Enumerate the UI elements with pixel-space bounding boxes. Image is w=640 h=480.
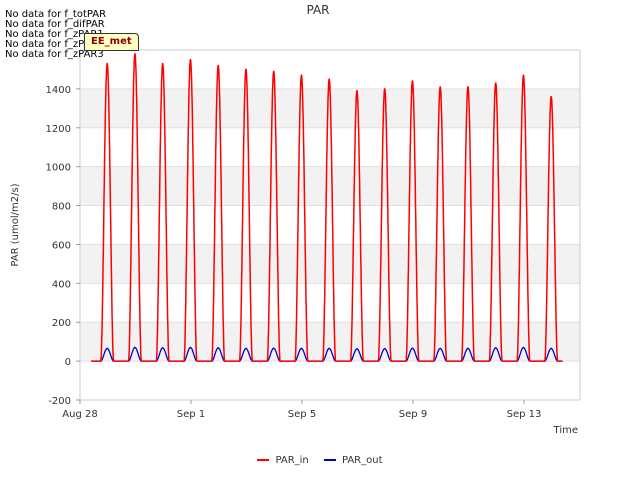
legend: PAR_in PAR_out xyxy=(0,455,640,466)
peak-point-PAR_out xyxy=(439,347,441,350)
y-axis-ticks: -200 0 200 400 600 800 1000 1200 1400 xyxy=(46,85,80,407)
legend-item-par-in: PAR_in xyxy=(257,455,309,466)
peak-point-PAR_out xyxy=(356,348,358,350)
y-tick-label: 1000 xyxy=(46,163,71,174)
y-tick-label: 400 xyxy=(52,279,71,290)
peak-point-PAR_out xyxy=(106,347,108,350)
x-axis-ticks: Aug 28 Sep 1 Sep 5 Sep 9 Sep 13 xyxy=(62,400,541,420)
peak-point-PAR_in xyxy=(550,95,552,98)
peak-point-PAR_out xyxy=(522,346,525,349)
grid-band xyxy=(80,244,580,284)
chart: -200 0 200 400 600 800 1000 1200 1400 Aug 28 Sep … xyxy=(10,3,581,436)
y-tick-label: 200 xyxy=(52,318,71,329)
legend-label-par-out: PAR_out xyxy=(341,455,383,466)
peak-point-PAR_out xyxy=(134,346,136,349)
peak-point-PAR_out xyxy=(189,346,192,349)
site-badge: EE_met xyxy=(84,33,139,51)
peak-point-PAR_in xyxy=(189,58,192,61)
x-axis-label: Time xyxy=(553,425,578,436)
peak-point-PAR_in xyxy=(328,78,330,80)
peak-point-PAR_in xyxy=(411,80,414,82)
peak-point-PAR_in xyxy=(494,82,497,84)
grid-bands xyxy=(80,88,580,362)
y-tick-label: 600 xyxy=(52,240,71,251)
peak-point-PAR_in xyxy=(245,68,247,71)
peak-point-PAR_in xyxy=(383,88,386,90)
peak-point-PAR_out xyxy=(467,347,469,350)
grid-band xyxy=(80,322,580,362)
peak-point-PAR_out xyxy=(217,347,219,349)
peak-point-PAR_out xyxy=(494,347,497,349)
peak-point-PAR_in xyxy=(161,62,164,65)
peak-point-PAR_out xyxy=(411,347,414,350)
peak-point-PAR_in xyxy=(356,90,358,92)
legend-item-par-out: PAR_out xyxy=(323,455,383,466)
peak-point-PAR_out xyxy=(300,347,303,350)
peak-point-PAR_out xyxy=(328,347,330,350)
legend-swatch-par-in xyxy=(257,459,270,461)
legend-swatch-par-out xyxy=(323,459,336,461)
peak-point-PAR_out xyxy=(383,347,386,350)
x-tick-label: Sep 9 xyxy=(399,409,427,420)
no-data-line-5: No data for f_zPAR3 xyxy=(5,49,104,60)
peak-point-PAR_in xyxy=(217,64,219,67)
peak-point-PAR_in xyxy=(272,70,275,73)
chart-title: PAR xyxy=(306,3,329,17)
peak-point-PAR_in xyxy=(522,74,525,77)
x-tick-label: Sep 1 xyxy=(177,409,205,420)
y-tick-label: 800 xyxy=(52,202,71,213)
peak-point-PAR_out xyxy=(245,347,247,350)
peak-point-PAR_in xyxy=(106,62,108,65)
peak-point-PAR_in xyxy=(439,86,441,88)
legend-label-par-in: PAR_in xyxy=(275,455,309,466)
x-tick-label: Aug 28 xyxy=(62,409,97,420)
grid-band xyxy=(80,166,580,206)
x-tick-label: Sep 13 xyxy=(507,409,542,420)
x-tick-label: Sep 5 xyxy=(288,409,316,420)
y-tick-label: 0 xyxy=(65,357,71,368)
y-axis-label: PAR (umol/m2/s) xyxy=(10,183,21,266)
peak-point-PAR_out xyxy=(550,347,552,350)
y-tick-label: -200 xyxy=(48,396,71,407)
peak-point-PAR_out xyxy=(161,347,164,349)
peak-point-PAR_out xyxy=(272,347,275,350)
peak-point-PAR_in xyxy=(467,86,469,88)
y-tick-label: 1400 xyxy=(46,85,71,96)
peak-point-PAR_in xyxy=(134,53,136,55)
y-tick-label: 1200 xyxy=(46,124,71,135)
peak-point-PAR_in xyxy=(300,74,303,77)
